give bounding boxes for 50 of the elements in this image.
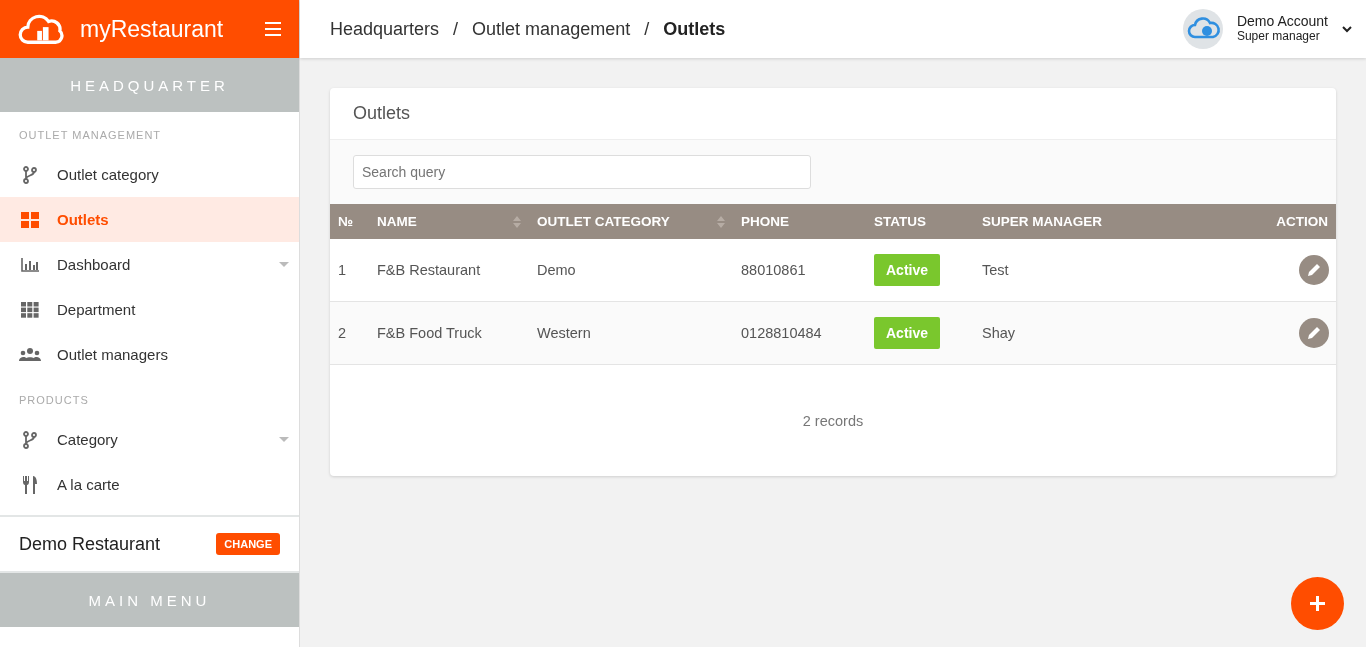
status-badge: Active	[874, 254, 941, 286]
people-icon	[19, 348, 41, 361]
table-cell: F&B Food Truck	[369, 301, 529, 365]
sidebar-item[interactable]: Outlet category	[0, 152, 299, 197]
avatar-icon[interactable]	[1182, 9, 1223, 49]
edit-icon[interactable]	[1299, 255, 1329, 285]
table-cell: 88010861	[733, 239, 866, 302]
breadcrumb-link[interactable]: Headquarters	[330, 18, 440, 40]
menu-icon[interactable]	[265, 22, 281, 36]
table-cell: F&B Restaurant	[369, 239, 529, 302]
edit-icon[interactable]	[1299, 318, 1329, 348]
chevron-down-icon[interactable]	[1342, 25, 1352, 33]
section-heading: PRODUCTS	[18, 393, 90, 408]
column-header: PHONE	[733, 204, 866, 239]
grid-icon	[19, 211, 41, 228]
cloud-logo-icon	[18, 12, 64, 46]
table-cell: 0128810484	[733, 301, 866, 365]
restaurant-name: Demo Restaurant	[19, 533, 161, 555]
caret-icon	[279, 262, 289, 267]
sidebar-item[interactable]: Dashboard	[0, 242, 299, 287]
column-header: STATUS	[866, 204, 974, 239]
caret-icon	[279, 437, 289, 442]
table-cell: Western	[529, 301, 733, 365]
table-cell: Demo	[529, 239, 733, 302]
account-role: Super manager	[1236, 29, 1321, 44]
breadcrumb-separator: /	[644, 18, 650, 40]
column-header: ACTION	[1215, 204, 1336, 239]
sidebar-item[interactable]: Outlet managers	[0, 332, 299, 377]
section-heading: OUTLET MANAGEMENT	[18, 128, 163, 143]
breadcrumb-link[interactable]: Outlet management	[472, 18, 631, 40]
table-cell: 2	[330, 301, 369, 365]
breadcrumb-separator: /	[453, 18, 459, 40]
sidebar-item[interactable]: Department	[0, 287, 299, 332]
column-header: №	[330, 204, 369, 239]
status-badge: Active	[874, 317, 941, 349]
search-field[interactable]: Search query	[353, 155, 811, 189]
column-header: SUPER MANAGER	[974, 204, 1216, 239]
account-name: Demo Account	[1236, 14, 1328, 29]
section-band: HEADQUARTER	[0, 58, 299, 112]
app-name: myRestaurant	[80, 15, 225, 43]
sidebar-item[interactable]: A la carte	[0, 462, 299, 507]
bar-chart-icon	[19, 257, 41, 272]
section-band: MAIN MENU	[0, 573, 299, 627]
sidebar-item[interactable]: Category	[0, 417, 299, 462]
table-cell: Test	[974, 239, 1216, 302]
record-count: 2 records	[801, 411, 865, 431]
table-cell: 1	[330, 239, 369, 302]
grid-icon	[19, 301, 41, 318]
add-button[interactable]	[1291, 577, 1344, 630]
table-cell: Shay	[974, 301, 1216, 365]
